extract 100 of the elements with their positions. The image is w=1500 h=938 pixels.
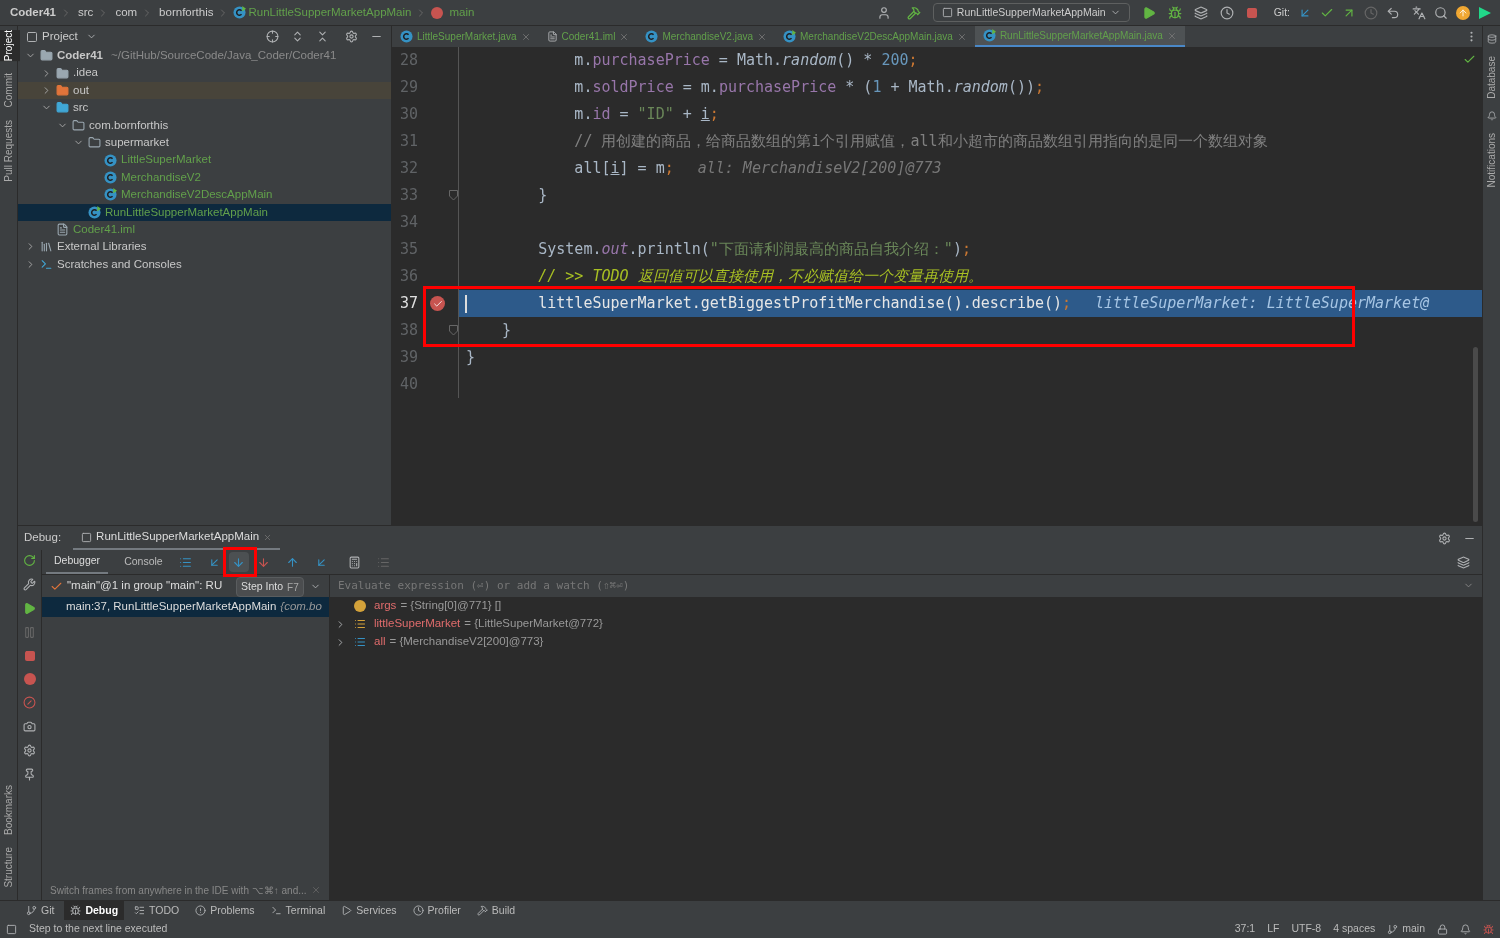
tool-window-button[interactable]: Problems bbox=[189, 901, 261, 920]
line-number: 32 bbox=[400, 158, 419, 180]
tooltip-shortcut: F7 bbox=[287, 580, 299, 595]
tooltip-label: Step Into bbox=[241, 579, 284, 595]
code-token: ; bbox=[1034, 77, 1044, 99]
tree-item[interactable]: MerchandiseV2DescAppMain bbox=[18, 186, 391, 204]
tree-item[interactable]: Scratches and Consoles bbox=[18, 255, 391, 274]
tool-window-button[interactable]: Terminal bbox=[264, 901, 332, 920]
breadcrumb-item[interactable]: com bbox=[115, 3, 138, 22]
code-token: } bbox=[537, 185, 548, 207]
panel-title[interactable]: Project bbox=[42, 27, 78, 46]
tool-window-button[interactable]: Build bbox=[470, 901, 522, 920]
line-number: 40 bbox=[400, 374, 419, 396]
code-token: random bbox=[953, 77, 1008, 99]
code-token: = bbox=[618, 104, 630, 126]
code-token: 1 bbox=[872, 77, 882, 99]
item-label: Scratches and Consoles bbox=[57, 256, 182, 272]
breadcrumb-item[interactable]: src bbox=[78, 3, 94, 22]
line-number: 30 bbox=[400, 104, 419, 126]
breadcrumb-item[interactable]: Coder41 bbox=[10, 3, 57, 22]
tree-item[interactable]: src bbox=[18, 99, 391, 117]
tab-label: MerchandiseV2.java bbox=[662, 30, 754, 44]
code-token: littleSuperMarket.getBiggestProfitMerchandise().describe() bbox=[537, 293, 1063, 315]
code-token: 200 bbox=[881, 50, 909, 72]
tree-item[interactable]: LittleSuperMarket bbox=[18, 151, 391, 169]
tool-window-button[interactable]: TODO bbox=[128, 901, 186, 920]
line-number: 33 bbox=[400, 185, 419, 207]
code-token: .println( bbox=[628, 239, 710, 261]
breadcrumb-item[interactable]: main bbox=[449, 3, 475, 22]
tool-window-tab[interactable]: Notifications bbox=[1480, 132, 1500, 188]
run-config-dropdown[interactable]: RunLittleSupperMarketAppMain bbox=[932, 3, 1130, 22]
debugger-tab[interactable]: Debugger bbox=[46, 550, 109, 574]
debug-session-tab[interactable]: RunLittleSupperMarketAppMain bbox=[73, 526, 281, 550]
tool-window-tab[interactable]: Database bbox=[1480, 56, 1500, 99]
code-token: i bbox=[610, 158, 620, 180]
git-branch[interactable]: main bbox=[1387, 921, 1425, 937]
code-token: ; bbox=[664, 158, 674, 180]
variable-name: littleSuperMarket bbox=[374, 616, 461, 632]
code-token: purchasePrice bbox=[718, 77, 837, 99]
tree-item[interactable]: Coder41.iml bbox=[18, 220, 391, 239]
code-token: "ID" bbox=[637, 104, 674, 126]
tool-window-button[interactable]: Git bbox=[20, 901, 61, 920]
code-token: soldPrice bbox=[592, 77, 674, 99]
caret-position[interactable]: 37:1 bbox=[1234, 921, 1256, 937]
code-token: } bbox=[501, 320, 512, 342]
tree-item[interactable]: com.bornforthis bbox=[18, 116, 391, 134]
code-token: + bbox=[681, 104, 693, 126]
code-token: System. bbox=[537, 239, 602, 261]
code-token: "下面请利润最高的商品自我介绍：" bbox=[709, 239, 953, 261]
editor-tab[interactable]: Coder41.iml bbox=[538, 26, 638, 47]
tree-item[interactable]: Coder41 ~/GitHub/SourceCode/Java_Coder/Coder41 bbox=[18, 47, 391, 65]
tree-item[interactable]: RunLittleSupperMarketAppMain bbox=[18, 203, 391, 221]
code-token: ; bbox=[908, 50, 918, 72]
tree-item[interactable]: External Libraries bbox=[18, 238, 391, 256]
line-number: 31 bbox=[400, 131, 419, 153]
breadcrumb-item[interactable]: RunLittleSupperMarketAppMain bbox=[248, 3, 412, 22]
code-token: out bbox=[601, 239, 629, 261]
tab-label: RunLittleSupperMarketAppMain.java bbox=[999, 29, 1163, 43]
tool-window-tab[interactable]: Bookmarks bbox=[0, 785, 20, 836]
editor-tab[interactable]: MerchandiseV2.java bbox=[637, 26, 776, 47]
code-token: ) bbox=[952, 239, 962, 261]
tool-window-tab[interactable]: Project bbox=[0, 30, 20, 62]
tab-label: MerchandiseV2DescAppMain.java bbox=[800, 30, 953, 44]
line-number: 38 bbox=[400, 320, 419, 342]
code-token: = Math. bbox=[717, 50, 783, 72]
tree-item[interactable]: out bbox=[18, 81, 391, 100]
tool-window-button[interactable]: Profiler bbox=[406, 901, 467, 920]
line-number: 34 bbox=[400, 212, 419, 234]
tree-item[interactable]: MerchandiseV2 bbox=[18, 168, 391, 187]
tool-window-button[interactable]: Debug bbox=[64, 901, 125, 920]
editor-tab[interactable]: MerchandiseV2DescAppMain.java bbox=[775, 26, 975, 47]
tool-window-tab[interactable]: Structure bbox=[0, 847, 20, 888]
editor-tab[interactable]: LittleSuperMarket.java bbox=[392, 26, 539, 47]
code-token: ; bbox=[1062, 293, 1072, 315]
tool-window-button[interactable]: Services bbox=[335, 901, 403, 920]
code-token: ; bbox=[709, 104, 719, 126]
item-label: MerchandiseV2DescAppMain bbox=[121, 187, 273, 203]
debugger-tab[interactable]: Console bbox=[116, 550, 171, 574]
indent-setting[interactable]: 4 spaces bbox=[1333, 921, 1376, 937]
item-label: supermarket bbox=[105, 135, 169, 150]
inline-value-hint: all: MerchandiseV2[200]@773 bbox=[697, 158, 942, 180]
frame-item[interactable]: main:37, RunLittleSupperMarketAppMain {com.bo bbox=[42, 597, 329, 617]
file-encoding[interactable]: UTF-8 bbox=[1291, 921, 1322, 937]
thread-label[interactable]: "main"@1 in group "main": RU bbox=[67, 577, 223, 595]
status-message: Step to the next line executed bbox=[29, 921, 168, 937]
tree-item[interactable]: .idea bbox=[18, 64, 391, 82]
breadcrumb-item[interactable]: bornforthis bbox=[159, 3, 214, 22]
item-label: Coder41.iml bbox=[73, 221, 135, 237]
line-number: 39 bbox=[400, 347, 419, 369]
item-label: Coder41 bbox=[57, 48, 104, 64]
tool-window-tab[interactable]: Pull Requests bbox=[0, 119, 20, 182]
code-token: m. bbox=[573, 77, 593, 99]
code-token: random bbox=[782, 50, 837, 72]
tool-window-tab[interactable]: Commit bbox=[0, 73, 20, 108]
variable-value: = {MerchandiseV2[200]@773} bbox=[389, 634, 544, 650]
code-token: ; bbox=[961, 239, 971, 261]
tree-item[interactable]: supermarket bbox=[18, 133, 391, 152]
item-label: com.bornforthis bbox=[89, 117, 169, 133]
line-separator[interactable]: LF bbox=[1267, 921, 1280, 937]
item-label: RunLittleSupperMarketAppMain bbox=[105, 204, 268, 220]
